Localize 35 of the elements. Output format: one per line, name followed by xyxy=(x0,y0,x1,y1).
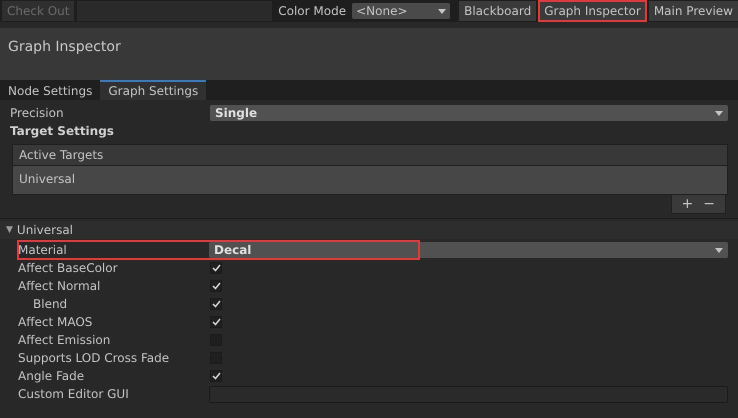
add-button[interactable]: + xyxy=(682,196,694,212)
main-preview-button[interactable]: Main Preview xyxy=(648,1,738,21)
checkbox[interactable] xyxy=(210,298,222,310)
dropdown-caret-icon xyxy=(715,248,723,252)
color-mode-dropdown[interactable]: <None> xyxy=(352,3,450,19)
property-label: Affect MAOS xyxy=(18,315,94,329)
graph-inspector-button[interactable]: Graph Inspector xyxy=(539,1,646,21)
section-heading: Target Settings xyxy=(10,124,114,138)
property-label: Affect BaseColor xyxy=(18,261,119,275)
foldout-arrow[interactable]: ▼ xyxy=(6,225,13,235)
checkbox[interactable] xyxy=(210,280,222,292)
color-mode-label: Color Mode xyxy=(277,3,348,20)
blackboard-button[interactable]: Blackboard xyxy=(459,1,536,21)
dropdown-caret-icon xyxy=(715,110,723,116)
list-header: Active Targets xyxy=(13,145,727,166)
foldout-header[interactable]: ▼ Universal xyxy=(0,221,738,239)
property-label: Material xyxy=(18,243,68,257)
property-label: Angle Fade xyxy=(18,369,86,383)
checkbox[interactable] xyxy=(210,262,222,274)
panel-title: Graph Inspector xyxy=(8,39,121,55)
property-label: Affect Emission xyxy=(18,333,112,347)
property-dropdown[interactable]: Decal xyxy=(209,242,728,258)
precision-label: Precision xyxy=(10,106,65,120)
checkbox[interactable] xyxy=(210,370,222,382)
checkbox[interactable] xyxy=(210,316,222,328)
property-label: Affect Normal xyxy=(18,279,102,293)
property-label: Custom Editor GUI xyxy=(18,387,130,401)
precision-dropdown[interactable]: Single xyxy=(210,105,728,121)
remove-button[interactable]: − xyxy=(703,196,715,212)
dropdown-caret-icon xyxy=(438,8,446,14)
settings-tab[interactable]: Graph Settings xyxy=(100,80,206,100)
property-label: Blend xyxy=(32,297,68,311)
property-label: Supports LOD Cross Fade xyxy=(18,351,170,365)
foldout-label: Universal xyxy=(16,223,74,237)
list-item[interactable]: Universal xyxy=(13,166,727,194)
